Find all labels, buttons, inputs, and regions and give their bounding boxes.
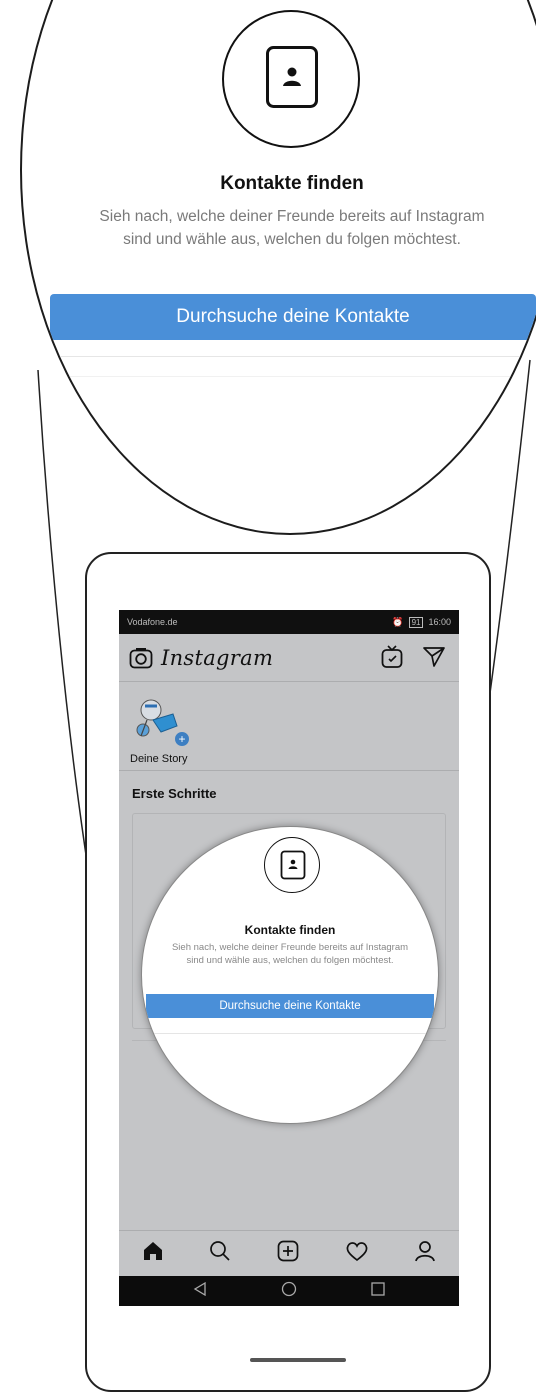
- add-story-icon[interactable]: +: [174, 731, 190, 747]
- home-icon[interactable]: [142, 1240, 164, 1267]
- clock: 16:00: [428, 617, 451, 627]
- phone-bottom-speaker: [250, 1358, 346, 1362]
- section-title: Erste Schritte: [132, 786, 217, 801]
- contact-card-icon-circle-large: [222, 10, 360, 148]
- stories-tray: + Deine Story: [119, 682, 459, 771]
- contact-card-icon-large: [266, 46, 318, 108]
- app-title: Instagram: [161, 646, 274, 670]
- contact-card-icon-circle: [264, 837, 320, 893]
- magnified-title: Kontakte finden: [220, 173, 364, 194]
- magnified-search-contacts-button[interactable]: Durchsuche deine Kontakte: [50, 294, 536, 340]
- own-story-label: Deine Story: [130, 753, 188, 765]
- app-header: Instagram: [119, 634, 459, 682]
- camera-icon[interactable]: [129, 647, 153, 674]
- magnified-separator-1: [22, 356, 536, 357]
- system-navigation: [119, 1276, 459, 1306]
- profile-icon[interactable]: [414, 1240, 436, 1267]
- home-circle-icon[interactable]: [281, 1281, 297, 1302]
- activity-heart-icon[interactable]: [345, 1240, 369, 1267]
- contact-card-icon: [280, 850, 306, 880]
- card-description-2: sind und wähle aus, welchen du folgen mö…: [186, 955, 394, 966]
- search-icon[interactable]: [209, 1240, 231, 1267]
- recents-icon[interactable]: [371, 1281, 385, 1301]
- card-title: Kontakte finden: [244, 923, 336, 937]
- status-bar: Vodafone.de ⏰ 91 16:00: [119, 610, 459, 634]
- card-bottom-separator: [142, 1033, 438, 1034]
- carrier-label: Vodafone.de: [127, 617, 178, 627]
- status-right: ⏰ 91 16:00: [392, 616, 451, 628]
- search-contacts-button[interactable]: Durchsuche deine Kontakte: [146, 994, 434, 1018]
- back-icon[interactable]: [193, 1281, 207, 1301]
- magnified-separator-2: [22, 376, 536, 377]
- direct-message-icon[interactable]: [422, 646, 446, 673]
- magnified-description-1: Sieh nach, welche deiner Freunde bereits…: [99, 208, 485, 225]
- battery-badge: 91: [408, 616, 424, 628]
- igtv-icon[interactable]: [381, 645, 403, 674]
- bottom-navigation: [119, 1230, 459, 1276]
- screen-magnifier: Kontakte finden Sieh nach, welche deiner…: [141, 826, 439, 1124]
- magnified-description-2: sind und wähle aus, welchen du folgen mö…: [123, 231, 461, 248]
- add-post-icon[interactable]: [277, 1240, 299, 1267]
- alarm-icon: ⏰: [392, 616, 404, 627]
- card-description-1: Sieh nach, welche deiner Freunde bereits…: [171, 942, 409, 953]
